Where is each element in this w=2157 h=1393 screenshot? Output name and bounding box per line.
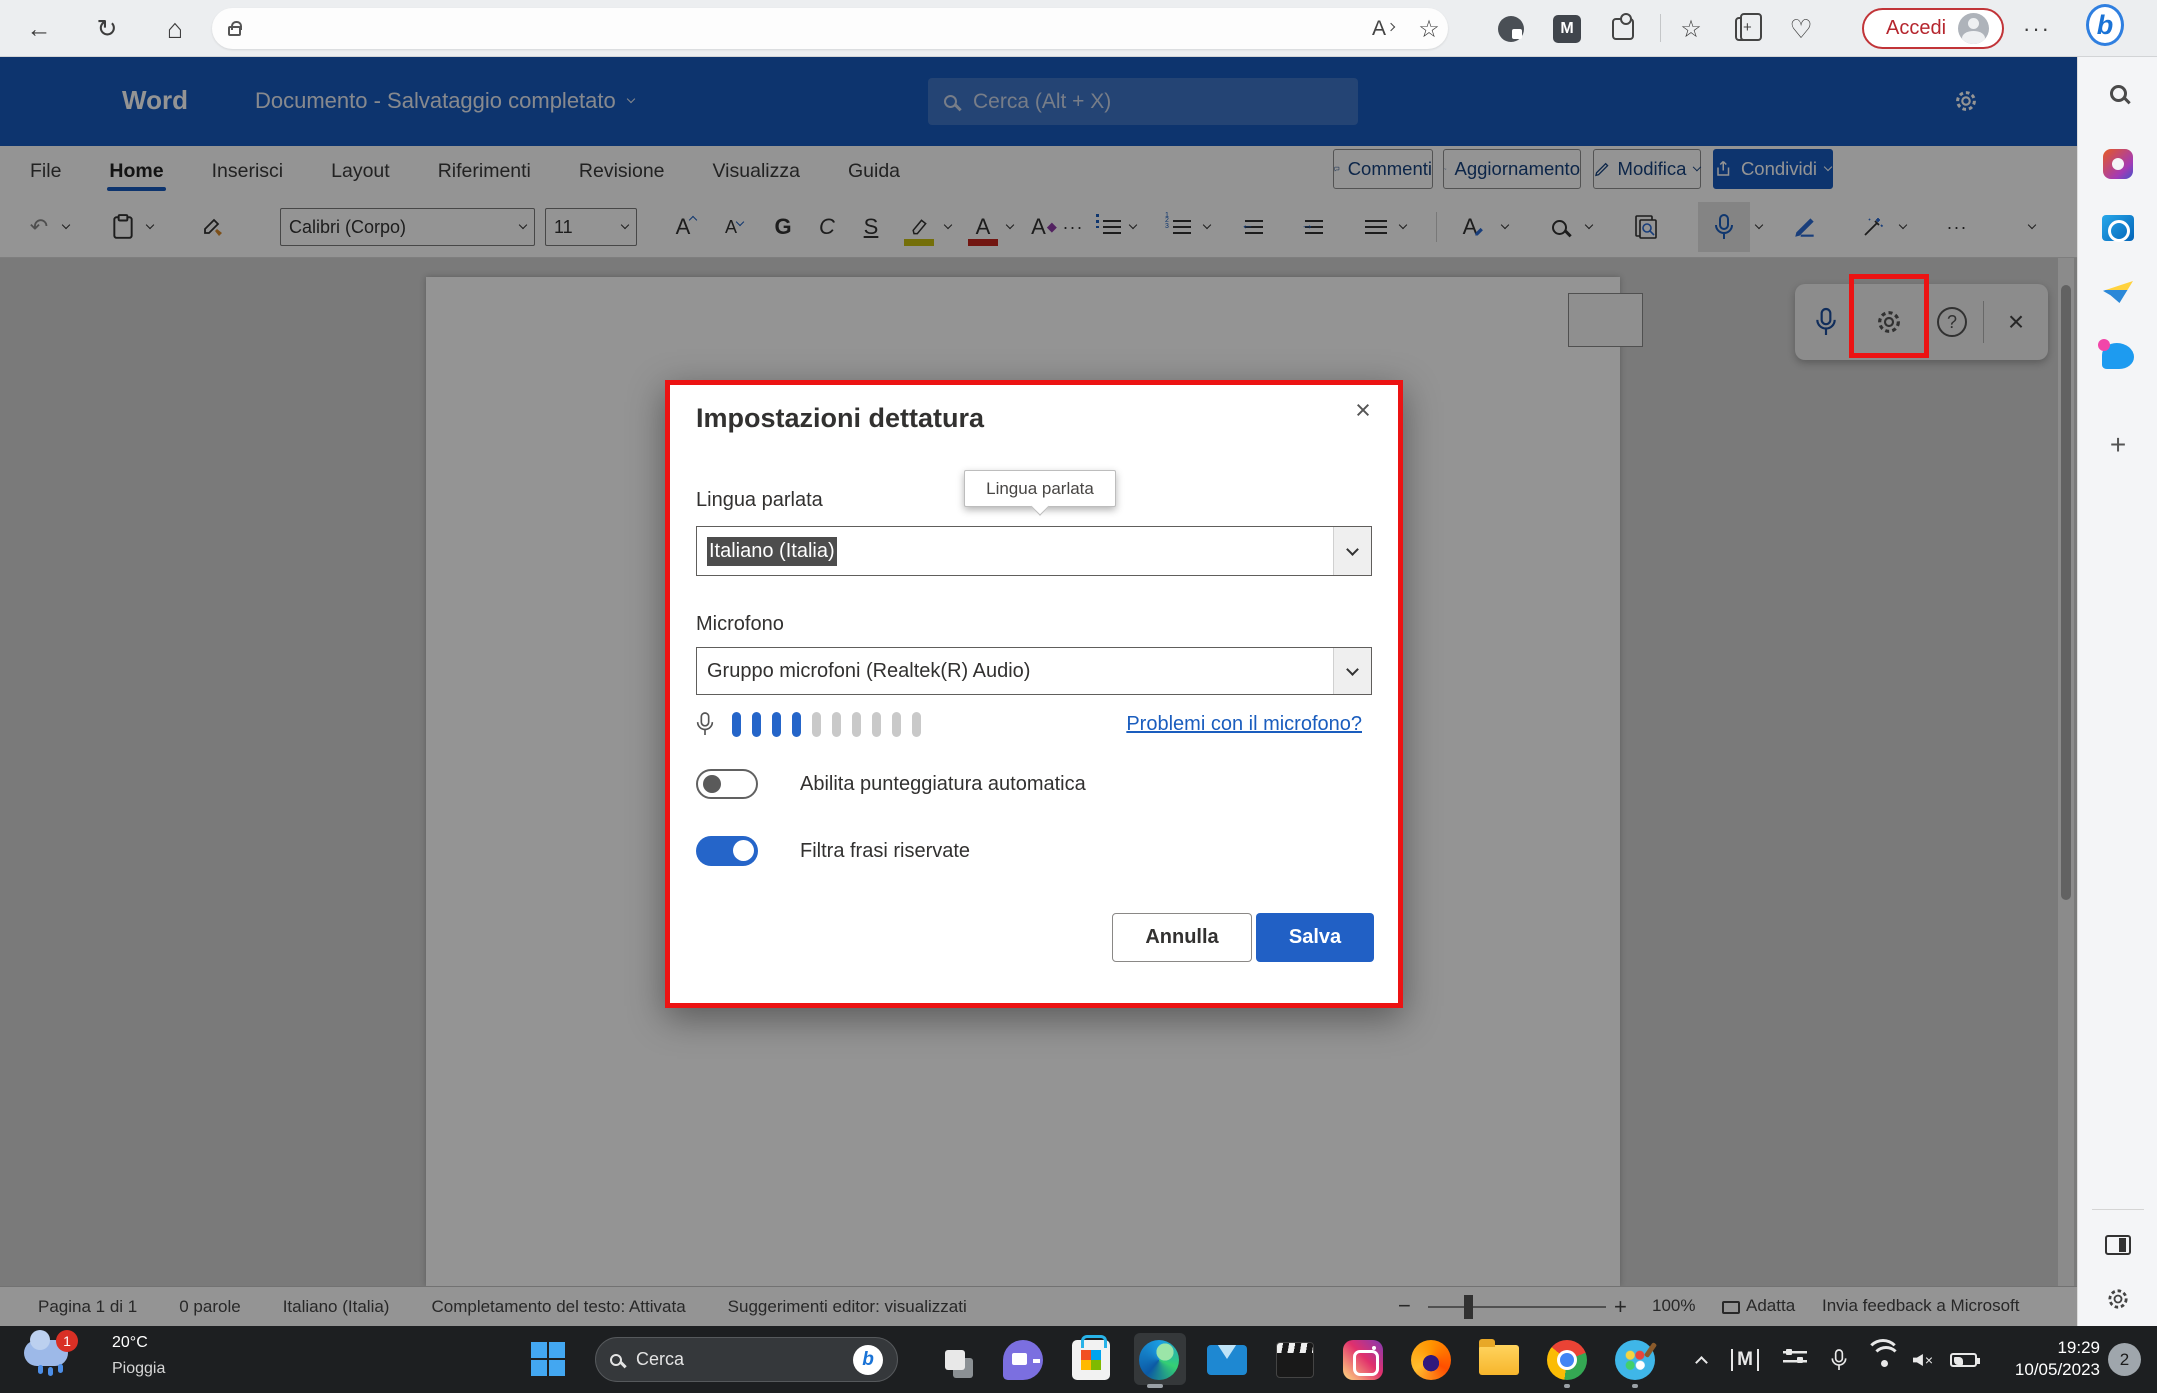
toolbar-divider [1660,14,1661,42]
sidebar-microsoft365-icon[interactable] [2078,149,2157,179]
instagram-icon[interactable] [1340,1337,1386,1383]
microphone-select-chevron [1333,648,1371,694]
taskbar: 1 20°C Pioggia Cerca b M × [0,1326,2157,1393]
annotation-gear-highlight [1849,274,1929,358]
edge-sidebar: + [2077,57,2157,1326]
read-aloud-icon[interactable]: A [1364,10,1402,48]
extension-icon[interactable] [1492,10,1530,48]
microsoft-store-icon[interactable] [1068,1337,1114,1383]
paint-running-indicator [1632,1384,1638,1388]
task-view-icon[interactable] [932,1337,978,1383]
back-icon[interactable]: ← [20,10,58,48]
save-button[interactable]: Salva [1256,913,1374,962]
language-select-chevron [1333,527,1371,575]
chat-icon[interactable] [1000,1337,1046,1383]
chrome-running-indicator [1564,1384,1570,1388]
language-tooltip: Lingua parlata [964,470,1116,507]
tray-sliders-icon[interactable] [1778,1344,1812,1376]
sidebar-designer-icon[interactable] [2078,281,2157,303]
language-select[interactable]: Italiano (Italia) [696,526,1372,576]
address-bar[interactable] [212,8,1448,49]
taskbar-search-icon [610,1354,622,1366]
dialog-close-icon[interactable]: × [1346,393,1380,427]
home-icon[interactable]: ⌂ [156,10,194,48]
taskbar-search-placeholder: Cerca [636,1349,684,1370]
avatar [1958,13,1989,44]
bing-copilot-icon[interactable]: b [2086,6,2124,44]
taskbar-bing-icon: b [853,1345,883,1375]
language-selected-value: Italiano (Italia) [707,537,837,566]
add-favorite-icon[interactable]: ☆ [1410,10,1448,48]
dialog-title: Impostazioni dettatura [696,403,984,434]
start-button[interactable] [531,1342,565,1376]
language-label: Lingua parlata [696,489,823,512]
microphone-selected-value: Gruppo microfoni (Realtek(R) Audio) [707,660,1030,683]
microphone-problems-link[interactable]: Problemi con il microfono? [1126,713,1362,736]
clock-date: 10/05/2023 [1988,1359,2100,1381]
favorites-icon[interactable]: ☆ [1672,10,1710,48]
screen: ← ↻ ⌂ A ☆ M ☆ ♡ Accedi ··· b Word Docume… [0,0,2157,1393]
edge-running-indicator [1147,1384,1163,1388]
sidebar-add-icon[interactable]: + [2078,429,2157,461]
m-extension-icon[interactable]: M [1548,10,1586,48]
paint-icon[interactable] [1612,1337,1658,1383]
tray-m-app-icon[interactable]: M [1728,1344,1762,1376]
mic-level-meter [732,712,932,742]
auto-punctuation-label: Abilita punteggiatura automatica [800,773,1086,796]
sidebar-outlook-icon[interactable] [2078,215,2157,241]
file-explorer-icon[interactable] [1476,1337,1522,1383]
mic-level-icon [694,709,716,744]
weather-temp[interactable]: 20°C [112,1334,148,1352]
firefox-icon[interactable] [1408,1337,1454,1383]
tray-clock[interactable]: 19:29 10/05/2023 [1988,1337,2100,1381]
collections-icon[interactable] [1726,10,1764,48]
sidebar-divider [2092,1209,2144,1210]
sign-in-label: Accedi [1886,17,1946,40]
sidebar-search-icon[interactable] [2078,85,2157,102]
chrome-icon[interactable] [1544,1337,1590,1383]
clock-time: 19:29 [1988,1337,2100,1359]
sidebar-settings-gear-icon[interactable] [2078,1285,2157,1313]
tray-battery-icon[interactable] [1946,1344,1980,1376]
mail-icon[interactable] [1204,1337,1250,1383]
tray-wifi-icon[interactable] [1868,1344,1902,1376]
filter-sensitive-label: Filtra frasi riservate [800,840,970,863]
sign-in-button[interactable]: Accedi [1862,8,2004,49]
weather-desc[interactable]: Pioggia [112,1360,165,1378]
sidebar-panel-icon[interactable] [2078,1235,2157,1255]
movies-tv-icon[interactable] [1272,1337,1318,1383]
refresh-icon[interactable]: ↻ [88,10,126,48]
taskbar-search[interactable]: Cerca b [595,1337,898,1382]
extensions-puzzle-icon[interactable] [1604,10,1642,48]
microphone-label: Microfono [696,613,784,636]
auto-punctuation-toggle[interactable] [696,769,758,799]
tray-volume-muted-icon[interactable]: × [1906,1344,1940,1376]
notification-badge[interactable]: 2 [2108,1343,2141,1376]
lock-icon [228,26,241,36]
tray-chevron-up-icon[interactable] [1684,1344,1718,1376]
cancel-button[interactable]: Annulla [1112,913,1252,962]
sidebar-twitter-icon[interactable] [2078,343,2157,369]
browser-toolbar: ← ↻ ⌂ A ☆ M ☆ ♡ Accedi ··· b [0,0,2157,57]
edge-icon[interactable] [1136,1337,1182,1383]
microphone-select[interactable]: Gruppo microfoni (Realtek(R) Audio) [696,647,1372,695]
filter-sensitive-toggle[interactable] [696,836,758,866]
browser-essentials-icon[interactable]: ♡ [1782,10,1820,48]
browser-menu-icon[interactable]: ··· [2018,10,2056,48]
tray-microphone-icon[interactable] [1822,1344,1856,1376]
weather-badge: 1 [56,1330,78,1352]
